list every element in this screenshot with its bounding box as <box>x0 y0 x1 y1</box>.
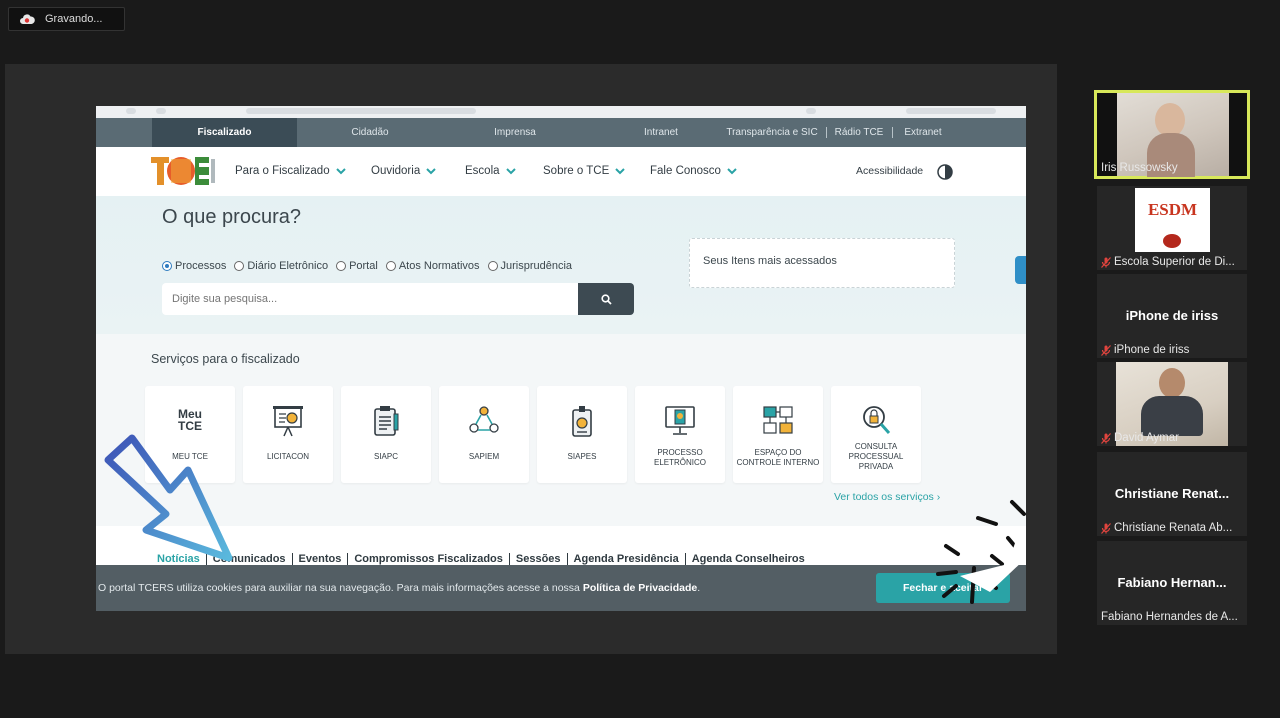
magnifier-lock-icon <box>863 406 891 434</box>
muted-mic-icon <box>1101 432 1111 444</box>
participant-tile-escola[interactable]: ESDM Escola Superior de Di... <box>1097 186 1247 270</box>
cookie-banner: O portal TCERS utiliza cookies para auxi… <box>96 565 1026 611</box>
nav-ouvidoria[interactable]: Ouvidoria <box>371 147 436 196</box>
radio-atos-normativos[interactable]: Atos Normativos <box>385 260 480 272</box>
workflow-icon <box>763 406 793 434</box>
tab-noticias[interactable]: Notícias <box>151 553 207 565</box>
id-badge-icon <box>572 406 592 437</box>
chevron-down-icon <box>505 168 516 175</box>
participant-tile-david[interactable]: David Aymar <box>1097 362 1247 446</box>
tab-eventos[interactable]: Eventos <box>293 553 349 565</box>
side-feedback-tab[interactable] <box>1015 256 1026 284</box>
privacy-policy-link[interactable]: Política de Privacidade <box>583 582 697 594</box>
radio-jurisprudencia[interactable]: Jurisprudência <box>487 260 572 272</box>
service-card-licitacon[interactable]: LICITACON <box>243 386 333 483</box>
accept-cookies-button[interactable]: Fechar e aceitar <box>876 573 1010 603</box>
services-title: Serviços para o fiscalizado <box>151 352 300 366</box>
participant-name: Iris Russowsky <box>1101 162 1178 174</box>
shared-browser-window: Fiscalizado Cidadão Imprensa Intranet Tr… <box>96 106 1026 611</box>
service-card-espaco-controle-interno[interactable]: ESPAÇO DO CONTROLE INTERNO <box>733 386 823 483</box>
tab-cidadao[interactable]: Cidadão <box>326 118 414 147</box>
hero-title: O que procura? <box>162 206 301 228</box>
presentation-icon <box>273 406 303 437</box>
radio-portal[interactable]: Portal <box>336 260 378 272</box>
contrast-icon[interactable] <box>937 164 953 180</box>
meu-tce-logo: Meu TCE <box>178 407 202 433</box>
participant-tile-iris[interactable]: Iris Russowsky <box>1094 90 1250 179</box>
tab-intranet[interactable]: Intranet <box>631 118 691 147</box>
tab-extranet[interactable]: Extranet <box>898 118 948 147</box>
nav-escola[interactable]: Escola <box>465 147 516 196</box>
main-nav: Para o Fiscalizado Ouvidoria Escola Sobr… <box>96 147 1026 196</box>
service-card-siapc[interactable]: SIAPC <box>341 386 431 483</box>
service-card-processo-eletronico[interactable]: PROCESSO ELETRÔNICO <box>635 386 725 483</box>
chevron-down-icon <box>335 168 346 175</box>
cloud-record-icon <box>20 14 35 24</box>
muted-mic-icon <box>1101 344 1111 356</box>
muted-mic-icon <box>1101 256 1111 268</box>
service-card-siapes[interactable]: SIAPES <box>537 386 627 483</box>
tab-compromissos-fiscalizados[interactable]: Compromissos Fiscalizados <box>348 553 510 565</box>
tab-comunicados[interactable]: Comunicados <box>207 553 293 565</box>
nav-fale-conosco[interactable]: Fale Conosco <box>650 147 737 196</box>
chevron-down-icon <box>426 168 436 175</box>
participant-tile-iphone[interactable]: iPhone de iriss iPhone de iriss <box>1097 274 1247 358</box>
tab-transparencia[interactable]: Transparência e SIC <box>724 118 820 147</box>
tab-imprensa[interactable]: Imprensa <box>470 118 560 147</box>
see-all-services-link[interactable]: Ver todos os serviços › <box>834 491 940 503</box>
radio-diario-eletronico[interactable]: Diário Eletrônico <box>234 260 328 272</box>
nav-para-o-fiscalizado[interactable]: Para o Fiscalizado <box>235 147 346 196</box>
favorites-panel: Seus Itens mais acessados <box>689 238 955 288</box>
tab-sessoes[interactable]: Sessões <box>510 553 568 565</box>
browser-toolbar <box>96 106 1026 118</box>
chevron-down-icon <box>727 168 737 175</box>
team-network-icon <box>469 406 499 433</box>
top-nav: Fiscalizado Cidadão Imprensa Intranet Tr… <box>96 118 1026 147</box>
radio-processos[interactable]: Processos <box>162 260 226 272</box>
participant-tile-fabiano[interactable]: Fabiano Hernan... Fabiano Hernandes de A… <box>1097 541 1247 625</box>
tab-radio-tce[interactable]: Rádio TCE <box>832 118 886 147</box>
tce-logo[interactable] <box>151 155 217 187</box>
recording-indicator[interactable]: Gravando... <box>8 7 125 31</box>
tab-fiscalizado[interactable]: Fiscalizado <box>152 118 297 147</box>
search-button[interactable] <box>578 283 634 315</box>
service-card-meu-tce[interactable]: Meu TCE MEU TCE <box>145 386 235 483</box>
tab-agenda-conselheiros[interactable]: Agenda Conselheiros <box>686 553 811 565</box>
service-card-consulta-processual-privada[interactable]: CONSULTA PROCESSUAL PRIVADA <box>831 386 921 483</box>
participant-name: Christiane Renata Ab... <box>1114 522 1233 534</box>
muted-mic-icon <box>1101 522 1111 534</box>
favorites-title: Seus Itens mais acessados <box>703 255 837 267</box>
participant-display-name: Christiane Renat... <box>1114 486 1230 501</box>
accessibility-link[interactable]: Acessibilidade <box>856 147 923 196</box>
search-input[interactable] <box>162 283 578 315</box>
recording-label: Gravando... <box>45 13 103 25</box>
services-section: Serviços para o fiscalizado Meu TCE MEU … <box>96 334 1026 526</box>
search-type-group: Processos Diário Eletrônico Portal Atos … <box>162 260 572 272</box>
participant-display-name: Fabiano Hernan... <box>1117 575 1227 590</box>
clipboard-icon <box>374 406 399 436</box>
participant-name: David Aymar <box>1114 432 1179 444</box>
chevron-down-icon <box>615 168 625 175</box>
nav-sobre-o-tce[interactable]: Sobre o TCE <box>543 147 625 196</box>
cookie-text: O portal TCERS utiliza cookies para auxi… <box>98 582 701 594</box>
monitor-document-icon <box>665 406 695 435</box>
participant-tile-christiane[interactable]: Christiane Renat... Christiane Renata Ab… <box>1097 452 1247 536</box>
participant-name: Fabiano Hernandes de A... <box>1101 611 1238 623</box>
participant-display-name: iPhone de iriss <box>1125 308 1219 323</box>
search-icon <box>600 293 612 305</box>
news-tabs: Notícias Comunicados Eventos Compromisso… <box>151 553 811 565</box>
participant-name: iPhone de iriss <box>1114 344 1190 356</box>
esdm-logo: ESDM <box>1135 188 1210 252</box>
service-card-sapiem[interactable]: SAPIEM <box>439 386 529 483</box>
search-hero: O que procura? Processos Diário Eletrôni… <box>96 196 1026 334</box>
tab-agenda-presidencia[interactable]: Agenda Presidência <box>568 553 686 565</box>
participant-name: Escola Superior de Di... <box>1114 256 1235 268</box>
